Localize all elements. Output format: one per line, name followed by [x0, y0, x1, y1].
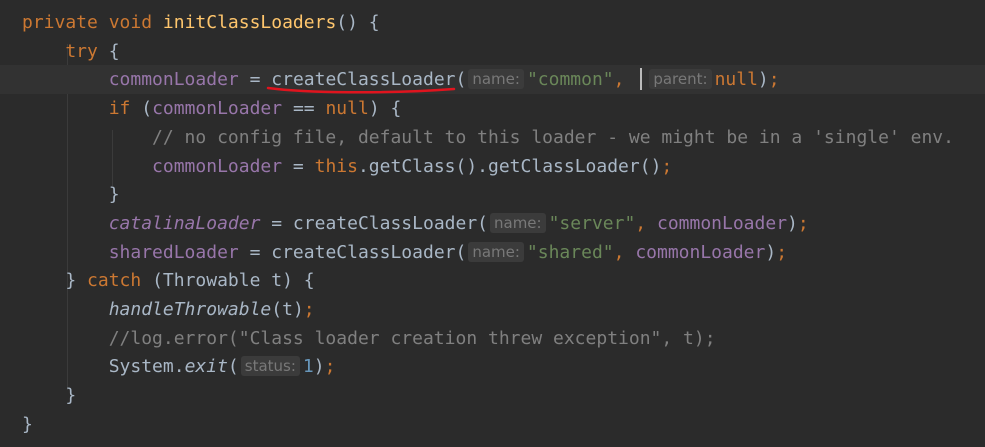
- code-token: void: [108, 12, 163, 33]
- code-token: handleThrowable: [108, 299, 272, 320]
- code-line[interactable]: // no config file, default to this loade…: [0, 123, 954, 152]
- code-token: ): [787, 212, 798, 234]
- code-token: ;: [324, 356, 336, 378]
- code-token: commonLoader: [656, 212, 788, 234]
- code-line[interactable]: }: [0, 410, 33, 439]
- code-token: ): [757, 69, 769, 91]
- code-token: catalinaLoader: [108, 212, 261, 234]
- text-cursor: [640, 68, 643, 91]
- code-line[interactable]: handleThrowable(t);: [0, 295, 315, 324]
- code-token: commonLoader: [152, 98, 283, 120]
- code-token: 1: [302, 356, 314, 378]
- code-token: ): [313, 356, 325, 378]
- code-token: (Throwable t) {: [152, 270, 315, 292]
- code-token: "shared": [526, 241, 614, 263]
- code-line[interactable]: try {: [0, 37, 120, 66]
- code-token: {: [108, 40, 120, 62]
- code-token: //log.error("Class loader creation threw…: [22, 327, 716, 349]
- code-token: initClassLoaders: [162, 12, 337, 33]
- code-token: () {: [336, 12, 380, 33]
- code-token: ,: [613, 241, 636, 263]
- code-token: =: [282, 155, 315, 177]
- code-token: commonLoader: [152, 155, 283, 177]
- code-token: ;: [797, 212, 809, 234]
- code-token: this: [314, 155, 358, 177]
- code-token: private: [22, 12, 109, 33]
- parameter-hint: name:: [468, 241, 524, 262]
- code-token: ,: [635, 212, 657, 234]
- code-token: try: [22, 40, 109, 62]
- code-line[interactable]: System.exit(status: 1);: [0, 352, 335, 381]
- code-token: ;: [776, 241, 788, 263]
- code-line[interactable]: } catch (Throwable t) {: [0, 266, 315, 295]
- code-token: }: [22, 184, 120, 206]
- code-token: ;: [303, 299, 315, 320]
- code-token: (: [455, 69, 467, 91]
- parameter-hint: status:: [240, 356, 300, 377]
- parameter-hint: name:: [468, 69, 524, 90]
- code-editor[interactable]: private void initClassLoaders() { try { …: [0, 0, 985, 447]
- code-line[interactable]: sharedLoader = createClassLoader(name: "s…: [0, 238, 787, 267]
- code-line[interactable]: //log.error("Class loader creation threw…: [0, 324, 716, 353]
- code-token: ,: [613, 69, 636, 91]
- code-token: "common": [526, 69, 614, 91]
- code-token: exit: [184, 356, 228, 378]
- code-token: catch: [87, 270, 153, 292]
- code-line[interactable]: if (commonLoader == null) {: [0, 94, 402, 123]
- code-line[interactable]: commonLoader = createClassLoader(name: "c…: [0, 65, 985, 95]
- code-token: commonLoader: [108, 69, 239, 91]
- parameter-hint: parent:: [649, 69, 712, 90]
- code-token: }: [22, 413, 33, 435]
- code-token: }: [22, 270, 88, 292]
- code-token: (: [141, 98, 153, 120]
- code-token: if: [22, 98, 142, 120]
- code-line[interactable]: catalinaLoader = createClassLoader(name:…: [0, 209, 809, 238]
- code-token: (: [227, 356, 239, 378]
- code-token: System.: [22, 356, 185, 378]
- code-token: commonLoader: [635, 241, 766, 263]
- red-underline-annotation: [266, 86, 456, 94]
- code-token: = createClassLoader(: [260, 212, 488, 234]
- code-token: // no config file, default to this loade…: [22, 126, 954, 148]
- code-token: = createClassLoader(: [238, 241, 467, 263]
- code-token: ;: [661, 155, 673, 177]
- code-token: ): [765, 241, 777, 263]
- code-token: null: [325, 98, 369, 120]
- code-token: sharedLoader: [108, 241, 239, 263]
- code-token: null: [714, 69, 758, 91]
- code-line[interactable]: }: [0, 180, 120, 209]
- code-token: "server": [548, 212, 636, 234]
- code-token: }: [22, 385, 77, 407]
- code-token: .getClass().getClassLoader(): [357, 155, 662, 177]
- code-token: (t): [271, 299, 304, 320]
- code-token: ) {: [368, 98, 402, 120]
- parameter-hint: name:: [490, 212, 546, 233]
- code-line[interactable]: private void initClassLoaders() {: [0, 8, 380, 37]
- code-token: ;: [768, 69, 780, 91]
- code-line[interactable]: commonLoader = this.getClass().getClassL…: [0, 152, 672, 181]
- code-line[interactable]: }: [0, 381, 76, 410]
- code-token: ==: [282, 98, 326, 120]
